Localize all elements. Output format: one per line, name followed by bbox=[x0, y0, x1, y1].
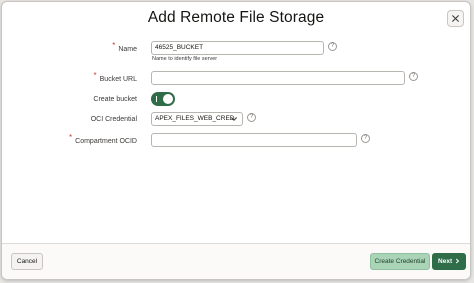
required-marker: * bbox=[93, 71, 97, 80]
oci-credential-value: APEX_FILES_WEB_CRED bbox=[155, 115, 235, 122]
chevron-right-icon bbox=[455, 258, 459, 263]
next-button[interactable]: Next bbox=[432, 253, 466, 270]
name-help-icon[interactable]: ? bbox=[328, 42, 337, 51]
compartment-ocid-label: Compartment OCID bbox=[75, 138, 137, 145]
oci-credential-row: OCI Credential APEX_FILES_WEB_CRED ? bbox=[2, 112, 470, 128]
oci-credential-label: OCI Credential bbox=[90, 116, 137, 123]
chevron-down-icon bbox=[231, 117, 237, 121]
create-credential-button[interactable]: Create Credential bbox=[370, 253, 430, 270]
bucket-url-input[interactable] bbox=[151, 71, 405, 85]
compartment-ocid-row: * Compartment OCID ? bbox=[2, 133, 470, 149]
oci-credential-select[interactable]: APEX_FILES_WEB_CRED bbox=[151, 112, 243, 126]
cancel-button[interactable]: Cancel bbox=[11, 253, 43, 270]
required-marker: * bbox=[112, 41, 116, 50]
oci-credential-help-icon[interactable]: ? bbox=[247, 113, 256, 122]
add-remote-file-storage-dialog: Add Remote File Storage * Name 46525_BUCK… bbox=[1, 1, 471, 280]
create-bucket-row: Create bucket bbox=[2, 92, 470, 108]
name-label: Name bbox=[118, 46, 137, 53]
name-hint: Name to identify file server bbox=[152, 56, 218, 62]
close-button[interactable] bbox=[447, 10, 464, 27]
compartment-ocid-input[interactable] bbox=[151, 133, 357, 147]
bucket-url-label: Bucket URL bbox=[99, 76, 137, 83]
toggle-knob bbox=[163, 94, 173, 104]
required-marker: * bbox=[69, 133, 73, 142]
dialog-footer: Cancel Create Credential Next bbox=[2, 243, 470, 279]
next-button-label: Next bbox=[438, 258, 453, 265]
close-icon bbox=[452, 15, 459, 22]
bucket-url-help-icon[interactable]: ? bbox=[409, 72, 418, 81]
toggle-on-indicator bbox=[156, 96, 157, 102]
bucket-url-row: * Bucket URL ? bbox=[2, 71, 470, 87]
create-bucket-label: Create bucket bbox=[93, 96, 137, 103]
dialog-title: Add Remote File Storage bbox=[147, 9, 325, 26]
create-bucket-toggle[interactable] bbox=[151, 92, 175, 106]
name-input[interactable]: 46525_BUCKET bbox=[151, 41, 324, 55]
compartment-ocid-help-icon[interactable]: ? bbox=[361, 134, 370, 143]
name-row: * Name 46525_BUCKET ? bbox=[2, 41, 470, 57]
